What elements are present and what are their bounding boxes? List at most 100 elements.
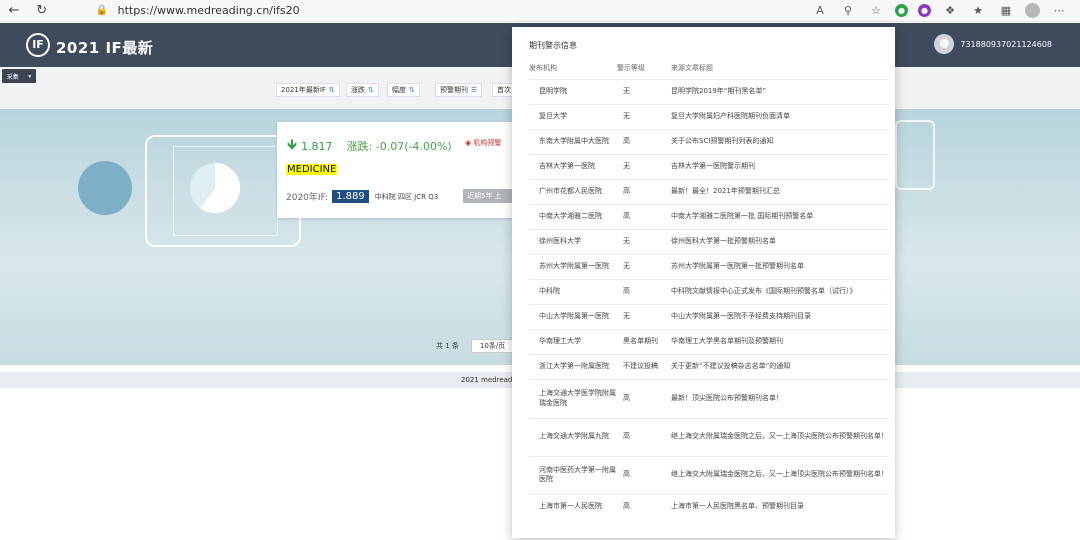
- table-row[interactable]: 吉林大学第一医院无吉林大学第一医院警示期刊: [529, 153, 889, 179]
- read-aloud-icon[interactable]: A: [811, 2, 829, 20]
- title-cell[interactable]: 昆明学院2019年“期刊黑名单”: [671, 78, 889, 104]
- decorative-dna-icon: [895, 120, 935, 190]
- org-cell: 苏州大学附属第一医院: [529, 253, 617, 279]
- journal-meta: 中科院 四区 JCR Q3: [374, 192, 439, 201]
- sort-icon: ⇅: [409, 86, 415, 94]
- filter-label: 2021年最新IF: [281, 86, 326, 94]
- footer-text: 2021 medread: [461, 376, 513, 384]
- warning-table: 发布机构 警示等级 来源文章标题 昆明学院无昆明学院2019年“期刊黑名单” 复旦…: [529, 57, 889, 519]
- table-row[interactable]: 广州市花都人民医院高最新！最全！2021年预警期刊汇总: [529, 178, 889, 204]
- org-cell: 上海交通大学医学院附属瑞金医院: [529, 378, 617, 418]
- title-cell[interactable]: 继上海交大附属瑞金医院之后，又一上海顶尖医院公布预警期刊名单！: [671, 455, 889, 494]
- table-row[interactable]: 东南大学附属中大医院高关于公布SCI预警期刊列表的通知: [529, 128, 889, 154]
- select-label: 采集: [6, 73, 19, 81]
- more-icon[interactable]: ⋯: [1050, 2, 1068, 20]
- table-row[interactable]: 中山大学附属第一医院无中山大学附属第一医院不予经费支持期刊目录: [529, 303, 889, 329]
- pagination: 共 1 条 10条/页: [436, 339, 515, 353]
- org-cell: 华南理工大学: [529, 328, 617, 354]
- table-row[interactable]: 上海交通大学附属九院高继上海交大附属瑞金医院之后，又一上海顶尖医院公布预警期刊名…: [529, 417, 889, 456]
- decorative-circle: [78, 161, 132, 215]
- prev-if-label: 2020年IF:: [286, 193, 329, 203]
- warning-label: 机构预警: [473, 139, 502, 147]
- favorite-icon[interactable]: ☆: [867, 2, 885, 20]
- table-row[interactable]: 上海交通大学医学院附属瑞金医院高最新！顶尖医院公布预警期刊名单！: [529, 378, 889, 418]
- level-cell: 无: [617, 103, 671, 129]
- address-bar[interactable]: 🔒 https://www.medreading.cn/ifs20: [96, 2, 811, 20]
- filter-label: 涨跌: [351, 86, 365, 94]
- chevron-down-icon: ▾: [28, 72, 32, 80]
- table-row[interactable]: 苏州大学附属第一医院无苏州大学附属第一医院第一批预警期刊名单: [529, 253, 889, 279]
- table-row[interactable]: 昆明学院无昆明学院2019年“期刊黑名单”: [529, 78, 889, 104]
- org-cell: 徐州医科大学: [529, 228, 617, 254]
- table-row[interactable]: 浙江大学第一附属医院 不建议投稿 关于更新“不建议投稿杂志名单”的通知: [529, 353, 889, 379]
- zoom-icon[interactable]: ⚲: [839, 2, 857, 20]
- table-header-row: 发布机构 警示等级 来源文章标题: [529, 57, 889, 79]
- filter-change[interactable]: 涨跌 ⇅: [346, 83, 379, 97]
- per-page-select[interactable]: 10条/页: [470, 339, 515, 353]
- table-row[interactable]: 徐州医科大学无徐州医科大学第一批预警期刊名单: [529, 228, 889, 254]
- level-cell: 无: [617, 228, 671, 254]
- org-cell: 河南中医药大学第一附属医院: [529, 455, 617, 494]
- title-cell[interactable]: 最新！顶尖医院公布预警期刊名单！: [671, 378, 889, 418]
- title-cell[interactable]: 苏州大学附属第一医院第一批预警期刊名单: [671, 253, 889, 279]
- filter-latest-if[interactable]: 2021年最新IF ⇅: [276, 83, 340, 97]
- column-header-level: 警示等级: [617, 63, 645, 72]
- title-cell[interactable]: 最新！最全！2021年预警期刊汇总: [671, 178, 889, 204]
- title-cell[interactable]: 中科院文献情报中心正式发布《国际期刊预警名单（试行）》: [671, 278, 889, 304]
- level-cell: 黑名单期刊: [617, 328, 671, 354]
- level-cell: 高: [617, 128, 671, 154]
- level-cell: 无: [617, 78, 671, 104]
- level-cell: 高: [617, 455, 671, 494]
- org-cell: 上海市第一人民医院: [529, 493, 617, 519]
- collections-icon[interactable]: ★: [969, 2, 987, 20]
- back-icon[interactable]: ←: [0, 0, 28, 22]
- extension-purple-icon[interactable]: ●: [918, 4, 931, 17]
- title-cell[interactable]: 徐州医科大学第一批预警期刊名单: [671, 228, 889, 254]
- arrow-down-icon: 🡻: [287, 137, 298, 153]
- table-row[interactable]: 复旦大学无复旦大学附属妇产科医院期刊负面清单: [529, 103, 889, 129]
- column-header-title: 来源文章标题: [671, 63, 713, 72]
- select-dropdown[interactable]: 采集 ▾: [2, 69, 36, 83]
- org-cell: 东南大学附属中大医院: [529, 128, 617, 154]
- user-avatar-icon: ☻: [934, 34, 955, 54]
- table-row[interactable]: 河南中医药大学第一附属医院高继上海交大附属瑞金医院之后，又一上海顶尖医院公布预警…: [529, 455, 889, 494]
- table-row[interactable]: 中科院高中科院文献情报中心正式发布《国际期刊预警名单（试行）》: [529, 278, 889, 304]
- journal-warning-popup: 期刊警示信息 发布机构 警示等级 来源文章标题 昆明学院无昆明学院2019年“期…: [512, 27, 895, 538]
- refresh-icon[interactable]: ↻: [28, 0, 56, 22]
- title-cell[interactable]: 华南理工大学黑名单期刊及预警期刊: [671, 328, 889, 354]
- journal-name[interactable]: MEDICINE: [286, 164, 338, 175]
- filter-warning[interactable]: 预警期刊 ☰: [435, 83, 483, 97]
- title-cell[interactable]: 吉林大学第一医院警示期刊: [671, 153, 889, 179]
- table-body: 昆明学院无昆明学院2019年“期刊黑名单” 复旦大学无复旦大学附属妇产科医院期刊负…: [529, 78, 889, 519]
- level-cell: 高: [617, 493, 671, 519]
- title-cell[interactable]: 关于更新“不建议投稿杂志名单”的通知: [671, 353, 889, 379]
- prev-if-value: 1.889: [332, 190, 369, 203]
- title-cell[interactable]: 继上海交大附属瑞金医院之后，又一上海顶尖医院公布预警期刊名单！: [671, 417, 889, 456]
- table-row[interactable]: 上海市第一人民医院高上海市第一人民医院黑名单、预警期刊目录: [529, 493, 889, 519]
- title-cell[interactable]: 复旦大学附属妇产科医院期刊负面清单: [671, 103, 889, 129]
- user-menu[interactable]: ☻ 731880937021124608: [934, 34, 1052, 54]
- title-cell[interactable]: 上海市第一人民医院黑名单、预警期刊目录: [671, 493, 889, 519]
- title-cell[interactable]: 关于公布SCI预警期刊列表的通知: [671, 128, 889, 154]
- title-cell[interactable]: 中山大学附属第一医院不予经费支持期刊目录: [671, 303, 889, 329]
- institution-warning-link[interactable]: ◉ 机构预警: [465, 138, 501, 148]
- profile-avatar[interactable]: [1025, 3, 1040, 18]
- level-cell: 高: [617, 278, 671, 304]
- table-row[interactable]: 中南大学湘雅二医院高中南大学湘雅二医院第一批 国际期刊预警名单: [529, 203, 889, 229]
- extension-green-icon[interactable]: ●: [895, 4, 908, 17]
- sort-icon: ⇅: [328, 86, 335, 94]
- level-cell: 不建议投稿: [617, 353, 671, 379]
- filter-label: 幅度: [392, 86, 406, 94]
- site-logo[interactable]: IF 2021 IF最新: [26, 31, 153, 58]
- table-row[interactable]: 华南理工大学 黑名单期刊 华南理工大学黑名单期刊及预警期刊: [529, 328, 889, 354]
- title-cell[interactable]: 中南大学湘雅二医院第一批 国际期刊预警名单: [671, 203, 889, 229]
- url-text[interactable]: https://www.medreading.cn/ifs20: [118, 4, 300, 17]
- extensions-puzzle-icon[interactable]: ❖: [941, 2, 959, 20]
- level-cell: 无: [617, 303, 671, 329]
- collections-tab-icon[interactable]: ▦: [997, 2, 1015, 20]
- org-cell: 上海交通大学附属九院: [529, 417, 617, 456]
- if-trend: 🡻 1.817 涨跌: -0.07(-4.00%): [287, 134, 452, 158]
- username: 731880937021124608: [960, 39, 1052, 49]
- filter-percent[interactable]: 幅度 ⇅: [387, 83, 420, 97]
- journal-card[interactable]: 🡻 1.817 涨跌: -0.07(-4.00%) ◉ 机构预警 MEDICIN…: [277, 122, 549, 218]
